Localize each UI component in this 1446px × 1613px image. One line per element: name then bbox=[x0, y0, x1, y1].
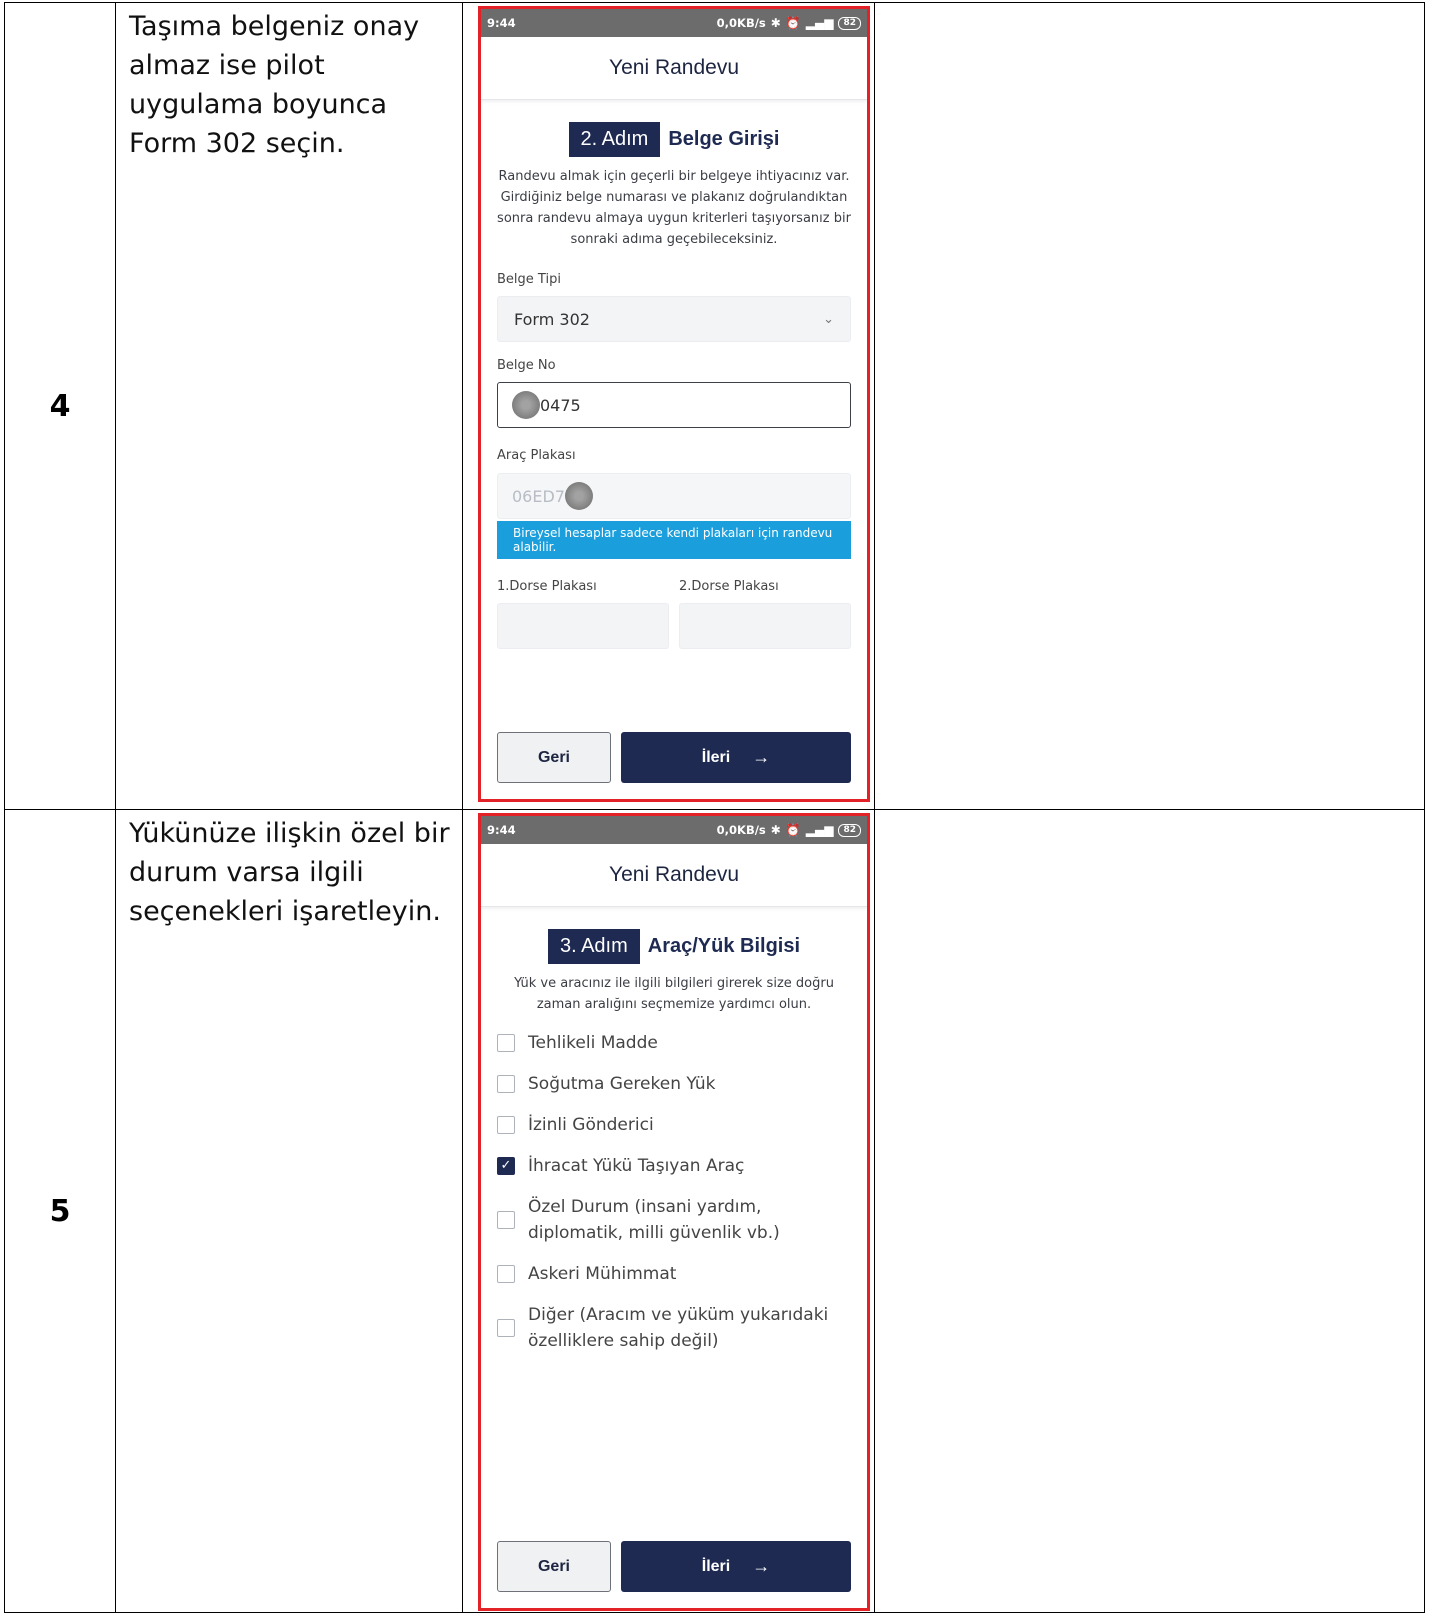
option-ozel-durum[interactable]: Özel Durum (insani yardım, diplomatik, m… bbox=[497, 1194, 851, 1246]
option-sogutma[interactable]: Soğutma Gereken Yük bbox=[497, 1071, 851, 1097]
status-time: 9:44 bbox=[487, 823, 516, 837]
checkbox[interactable] bbox=[497, 1116, 515, 1134]
next-button-label: İleri bbox=[701, 748, 731, 766]
instruction-table: 4 Taşıma belgeniz onay almaz ise pilot u… bbox=[4, 2, 1425, 1613]
table-row: 5 Yükünüze ilişkin özel bir durum varsa … bbox=[4, 809, 1425, 1613]
step-header: 2. Adım Belge Girişi bbox=[497, 122, 851, 157]
option-label: İhracat Yükü Taşıyan Araç bbox=[528, 1156, 745, 1176]
option-diger[interactable]: Diğer (Aracım ve yüküm yukarıdaki özelli… bbox=[497, 1302, 851, 1354]
instruction-cell: Yükünüze ilişkin özel bir durum varsa il… bbox=[115, 809, 463, 1613]
empty-cell bbox=[874, 809, 1425, 1613]
belge-tipi-label: Belge Tipi bbox=[497, 272, 561, 287]
option-list: Tehlikeli Madde Soğutma Gereken Yük İzin… bbox=[497, 1030, 851, 1354]
app-title: Yeni Randevu bbox=[481, 37, 867, 100]
table-row: 4 Taşıma belgeniz onay almaz ise pilot u… bbox=[4, 2, 1425, 810]
instruction-text: Yükünüze ilişkin özel bir durum varsa il… bbox=[129, 818, 450, 927]
option-label: Tehlikeli Madde bbox=[528, 1033, 658, 1053]
bluetooth-icon: ✱ bbox=[770, 823, 781, 837]
next-button[interactable]: İleri → bbox=[621, 732, 851, 783]
dorse2-input[interactable] bbox=[679, 603, 851, 649]
checkbox[interactable] bbox=[497, 1265, 515, 1283]
step-description: Randevu almak için geçerli bir belgeye i… bbox=[497, 169, 851, 247]
step-badge: 2. Adım bbox=[568, 122, 661, 157]
status-bar: 9:44 0,0KB/s ✱ ⏰ ▂▄▆ 82 bbox=[481, 816, 867, 844]
status-bar: 9:44 0,0KB/s ✱ ⏰ ▂▄▆ 82 bbox=[481, 9, 867, 37]
step-title: Belge Girişi bbox=[668, 128, 780, 150]
option-label: İzinli Gönderici bbox=[528, 1115, 654, 1135]
next-button[interactable]: İleri → bbox=[621, 1541, 851, 1592]
phone-screenshot: 9:44 0,0KB/s ✱ ⏰ ▂▄▆ 82 Yeni Randevu 3. … bbox=[478, 813, 870, 1611]
option-izinli-gonderici[interactable]: İzinli Gönderici bbox=[497, 1112, 851, 1138]
checkbox[interactable] bbox=[497, 1319, 515, 1337]
back-button[interactable]: Geri bbox=[497, 732, 611, 783]
alarm-icon: ⏰ bbox=[785, 823, 801, 837]
belge-no-input[interactable]: 0475 bbox=[497, 382, 851, 428]
signal-icon: ▂▄▆ bbox=[805, 823, 834, 837]
info-message: Bireysel hesaplar sadece kendi plakaları… bbox=[497, 521, 851, 559]
option-label: Soğutma Gereken Yük bbox=[528, 1074, 716, 1094]
network-speed: 0,0KB/s bbox=[716, 823, 766, 837]
step-description: Yük ve aracınız ile ilgili bilgileri gir… bbox=[514, 976, 834, 1012]
screenshot-cell: 9:44 0,0KB/s ✱ ⏰ ▂▄▆ 82 Yeni Randevu 2. … bbox=[462, 2, 875, 810]
option-label: Özel Durum (insani yardım, diplomatik, m… bbox=[528, 1197, 780, 1243]
instruction-cell: Taşıma belgeniz onay almaz ise pilot uyg… bbox=[115, 2, 463, 810]
next-button-label: İleri bbox=[701, 1557, 731, 1575]
belge-no-value: 0475 bbox=[540, 395, 581, 415]
phone-screenshot: 9:44 0,0KB/s ✱ ⏰ ▂▄▆ 82 Yeni Randevu 2. … bbox=[478, 6, 870, 802]
battery-icon: 82 bbox=[838, 16, 861, 30]
checkbox[interactable] bbox=[497, 1075, 515, 1093]
checkbox[interactable] bbox=[497, 1034, 515, 1052]
status-time: 9:44 bbox=[487, 16, 516, 30]
option-ihracat[interactable]: ✓ İhracat Yükü Taşıyan Araç bbox=[497, 1153, 851, 1179]
arac-plakasi-input: 06ED7 bbox=[497, 473, 851, 519]
battery-icon: 82 bbox=[838, 823, 861, 837]
option-label: Askeri Mühimmat bbox=[528, 1264, 677, 1284]
step-number: 4 bbox=[49, 388, 71, 424]
step-cell: 5 bbox=[4, 809, 116, 1613]
option-tehlikeli-madde[interactable]: Tehlikeli Madde bbox=[497, 1030, 851, 1056]
alarm-icon: ⏰ bbox=[785, 16, 801, 30]
step-badge: 3. Adım bbox=[547, 929, 640, 964]
dorse1-label: 1.Dorse Plakası bbox=[497, 579, 597, 594]
app-title: Yeni Randevu bbox=[481, 844, 867, 907]
signal-icon: ▂▄▆ bbox=[805, 16, 834, 30]
back-button[interactable]: Geri bbox=[497, 1541, 611, 1592]
arrow-right-icon: → bbox=[752, 747, 771, 767]
empty-cell bbox=[874, 2, 1425, 810]
instruction-text: Taşıma belgeniz onay almaz ise pilot uyg… bbox=[129, 11, 420, 159]
belge-no-label: Belge No bbox=[497, 358, 556, 373]
belge-tipi-select[interactable]: Form 302 ⌄ bbox=[497, 296, 851, 342]
dorse1-input[interactable] bbox=[497, 603, 669, 649]
checkbox[interactable] bbox=[497, 1211, 515, 1229]
bluetooth-icon: ✱ bbox=[770, 16, 781, 30]
step-number: 5 bbox=[49, 1193, 71, 1229]
step-cell: 4 bbox=[4, 2, 116, 810]
chevron-down-icon: ⌄ bbox=[823, 311, 834, 327]
network-speed: 0,0KB/s bbox=[716, 16, 766, 30]
dorse2-label: 2.Dorse Plakası bbox=[679, 579, 779, 594]
step-header: 3. Adım Araç/Yük Bilgisi bbox=[497, 929, 851, 964]
option-label: Diğer (Aracım ve yüküm yukarıdaki özelli… bbox=[528, 1305, 829, 1351]
arac-plakasi-label: Araç Plakası bbox=[497, 448, 576, 463]
redaction-blur bbox=[564, 482, 593, 510]
belge-tipi-value: Form 302 bbox=[514, 309, 590, 329]
screenshot-cell: 9:44 0,0KB/s ✱ ⏰ ▂▄▆ 82 Yeni Randevu 3. … bbox=[462, 809, 875, 1613]
redaction-blur bbox=[512, 391, 540, 419]
option-askeri-muhimmat[interactable]: Askeri Mühimmat bbox=[497, 1261, 851, 1287]
arrow-right-icon: → bbox=[752, 1556, 771, 1576]
step-title: Araç/Yük Bilgisi bbox=[647, 935, 801, 957]
arac-plakasi-value: 06ED7 bbox=[512, 486, 565, 506]
checkbox-checked[interactable]: ✓ bbox=[497, 1157, 515, 1175]
